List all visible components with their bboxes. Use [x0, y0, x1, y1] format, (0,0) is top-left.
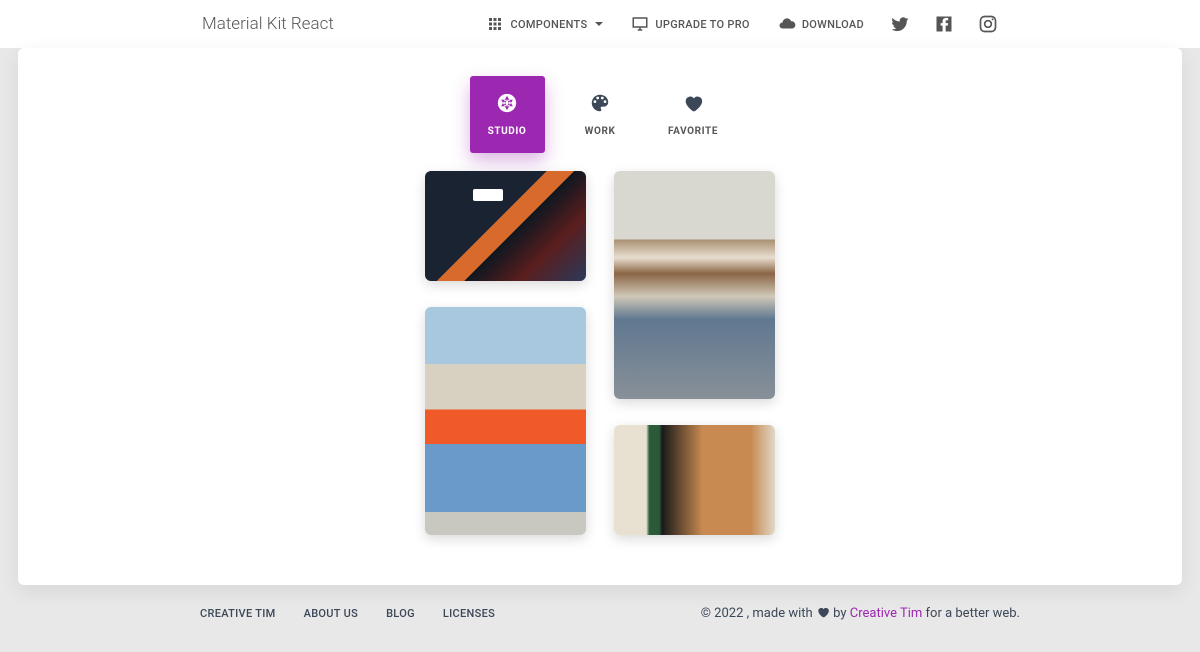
gallery-image[interactable] [425, 307, 586, 535]
nav-upgrade-label: Upgrade to Pro [655, 18, 749, 31]
footer-link-blog[interactable]: Blog [386, 607, 415, 620]
footer-link-creative-tim[interactable]: Creative Tim [200, 607, 276, 620]
gallery-image[interactable] [614, 425, 775, 535]
camera-icon [496, 92, 518, 114]
copyright-by: by [833, 606, 850, 621]
nav: Components Upgrade to Pro Download [474, 5, 1184, 43]
tab-studio-label: STUDIO [488, 126, 527, 137]
gallery-col-right [614, 171, 775, 535]
brand-title[interactable]: Material Kit React [16, 14, 334, 34]
tabs: STUDIO WORK FAVORITE [18, 48, 1182, 153]
copyright-suffix: for a better web. [926, 606, 1020, 621]
gallery [18, 171, 1182, 535]
tab-favorite-label: FAVORITE [668, 126, 718, 137]
header: Material Kit React Components Upgrade to… [0, 0, 1200, 48]
nav-upgrade[interactable]: Upgrade to Pro [619, 5, 761, 43]
gallery-image[interactable] [614, 171, 775, 399]
instagram-icon[interactable] [978, 14, 998, 34]
nav-download[interactable]: Download [766, 5, 876, 43]
footer-links: Creative Tim About Us Blog Licenses [200, 607, 495, 620]
footer-link-about[interactable]: About Us [304, 607, 358, 620]
nav-components[interactable]: Components [474, 5, 615, 43]
twitter-icon[interactable] [890, 14, 910, 34]
tab-studio[interactable]: STUDIO [470, 76, 545, 153]
gallery-col-left [425, 171, 586, 535]
monitor-icon [631, 15, 649, 33]
tab-favorite[interactable]: FAVORITE [656, 76, 731, 153]
gallery-image[interactable] [425, 171, 586, 281]
cloud-download-icon [778, 15, 796, 33]
heart-icon [682, 92, 704, 114]
tab-work[interactable]: WORK [563, 76, 638, 153]
copyright-prefix: © 2022 , made with [701, 606, 816, 621]
tab-work-label: WORK [585, 126, 616, 137]
facebook-icon[interactable] [934, 14, 954, 34]
main-card: STUDIO WORK FAVORITE [18, 48, 1182, 585]
copyright-link[interactable]: Creative Tim [850, 606, 923, 621]
nav-download-label: Download [802, 18, 864, 31]
heart-icon [816, 605, 830, 619]
footer: Creative Tim About Us Blog Licenses © 20… [0, 585, 1200, 641]
apps-icon [486, 15, 504, 33]
footer-link-licenses[interactable]: Licenses [443, 607, 495, 620]
nav-components-label: Components [510, 18, 587, 31]
footer-copyright: © 2022 , made with by Creative Tim for a… [701, 605, 1020, 621]
palette-icon [589, 92, 611, 114]
chevron-down-icon [595, 22, 603, 26]
